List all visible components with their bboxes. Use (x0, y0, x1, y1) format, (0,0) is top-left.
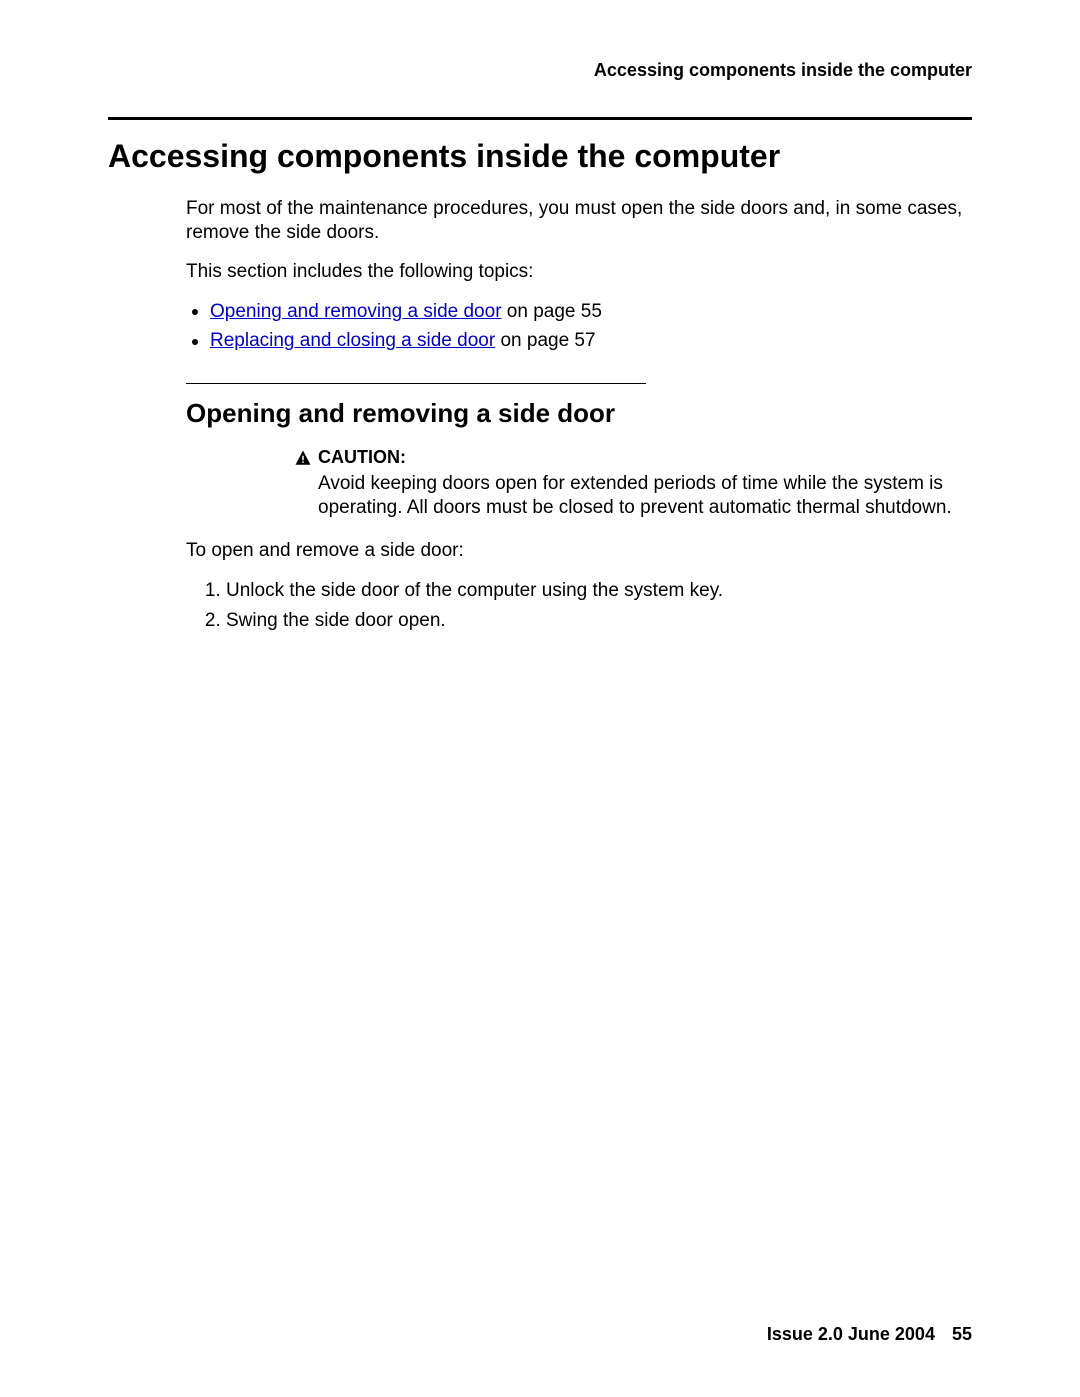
caution-text: Avoid keeping doors open for extended pe… (318, 472, 972, 521)
warning-icon (294, 449, 312, 467)
procedure-lead: To open and remove a side door: (186, 539, 972, 563)
caution-label: CAUTION: (318, 447, 406, 468)
topic-link-opening[interactable]: Opening and removing a side door (210, 301, 502, 322)
header-rule (108, 117, 972, 120)
page-title: Accessing components inside the computer (108, 138, 972, 175)
intro-paragraph: For most of the maintenance procedures, … (186, 197, 972, 246)
section-divider (186, 383, 646, 384)
topics-intro: This section includes the following topi… (186, 260, 972, 284)
section-heading: Opening and removing a side door (186, 398, 972, 429)
running-header: Accessing components inside the computer (594, 60, 972, 81)
content-area: Accessing components inside the computer… (108, 130, 972, 636)
step-item: Unlock the side door of the computer usi… (226, 577, 972, 605)
topic-item: Replacing and closing a side door on pag… (186, 327, 972, 355)
steps-list: Unlock the side door of the computer usi… (186, 577, 972, 634)
caution-heading: CAUTION: (294, 447, 972, 468)
step-item: Swing the side door open. (226, 607, 972, 635)
topics-list: Opening and removing a side door on page… (186, 298, 972, 355)
document-page: Accessing components inside the computer… (0, 0, 1080, 1397)
footer-issue: Issue 2.0 June 2004 (767, 1324, 935, 1344)
intro-block: For most of the maintenance procedures, … (186, 197, 972, 634)
topic-link-replacing[interactable]: Replacing and closing a side door (210, 330, 495, 351)
topic-item: Opening and removing a side door on page… (186, 298, 972, 326)
page-footer: Issue 2.0 June 2004 55 (767, 1324, 972, 1345)
footer-page-number: 55 (952, 1324, 972, 1344)
topic-suffix: on page 55 (502, 301, 602, 322)
caution-block: CAUTION: Avoid keeping doors open for ex… (294, 447, 972, 521)
topic-suffix: on page 57 (495, 330, 595, 351)
